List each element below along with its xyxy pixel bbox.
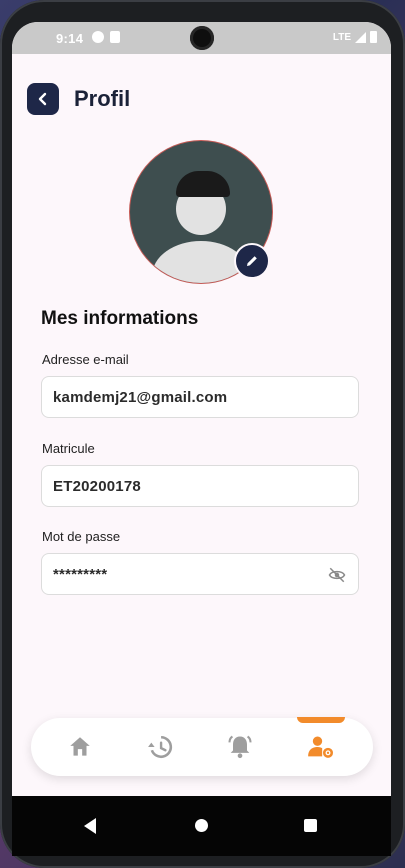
history-icon xyxy=(148,735,173,759)
network-type: LTE xyxy=(332,31,351,43)
matricule-label: Matricule xyxy=(42,441,95,456)
phone-frame: 9:14 LTE Profil Mes informations Adresse… xyxy=(0,0,405,868)
back-button[interactable] xyxy=(27,83,59,115)
app-notification-icon xyxy=(92,31,104,43)
system-recents-icon[interactable] xyxy=(304,819,317,832)
password-field[interactable]: ********* xyxy=(41,553,359,595)
avatar-cap xyxy=(176,171,230,197)
nav-history[interactable] xyxy=(145,732,175,762)
home-icon xyxy=(70,737,90,756)
section-title: Mes informations xyxy=(41,308,199,329)
password-label: Mot de passe xyxy=(42,529,121,544)
system-back-icon[interactable] xyxy=(84,818,96,834)
status-indicators: LTE xyxy=(333,31,377,43)
eye-off-icon[interactable] xyxy=(328,566,346,584)
password-value: ********* xyxy=(53,566,108,583)
nav-home[interactable] xyxy=(65,732,95,762)
status-time: 9:14 xyxy=(56,31,84,46)
matricule-field[interactable]: ET20200178 xyxy=(41,465,359,507)
screen: 9:14 LTE Profil Mes informations Adresse… xyxy=(12,22,391,856)
nav-profile[interactable] xyxy=(306,732,336,762)
chevron-left-icon xyxy=(38,92,47,106)
sd-card-icon xyxy=(110,31,120,43)
email-label: Adresse e-mail xyxy=(42,352,129,367)
edit-avatar-button[interactable] xyxy=(234,243,270,279)
status-bar: 9:14 LTE xyxy=(12,22,391,54)
email-field[interactable]: kamdemj21@gmail.com xyxy=(41,376,359,418)
matricule-value: ET20200178 xyxy=(53,478,141,495)
battery-icon xyxy=(370,31,377,43)
signal-icon xyxy=(355,31,366,43)
bottom-navigation xyxy=(31,717,373,776)
notification-icons xyxy=(92,31,120,43)
bell-icon xyxy=(228,735,252,759)
android-navigation-bar xyxy=(12,796,391,856)
active-tab-indicator xyxy=(297,717,345,723)
front-camera xyxy=(190,26,214,50)
page-title: Profil xyxy=(74,86,131,111)
system-home-icon[interactable] xyxy=(195,819,208,832)
nav-notifications[interactable] xyxy=(225,732,255,762)
pencil-icon xyxy=(247,256,257,266)
user-settings-icon xyxy=(308,736,334,758)
email-value: kamdemj21@gmail.com xyxy=(53,389,228,406)
